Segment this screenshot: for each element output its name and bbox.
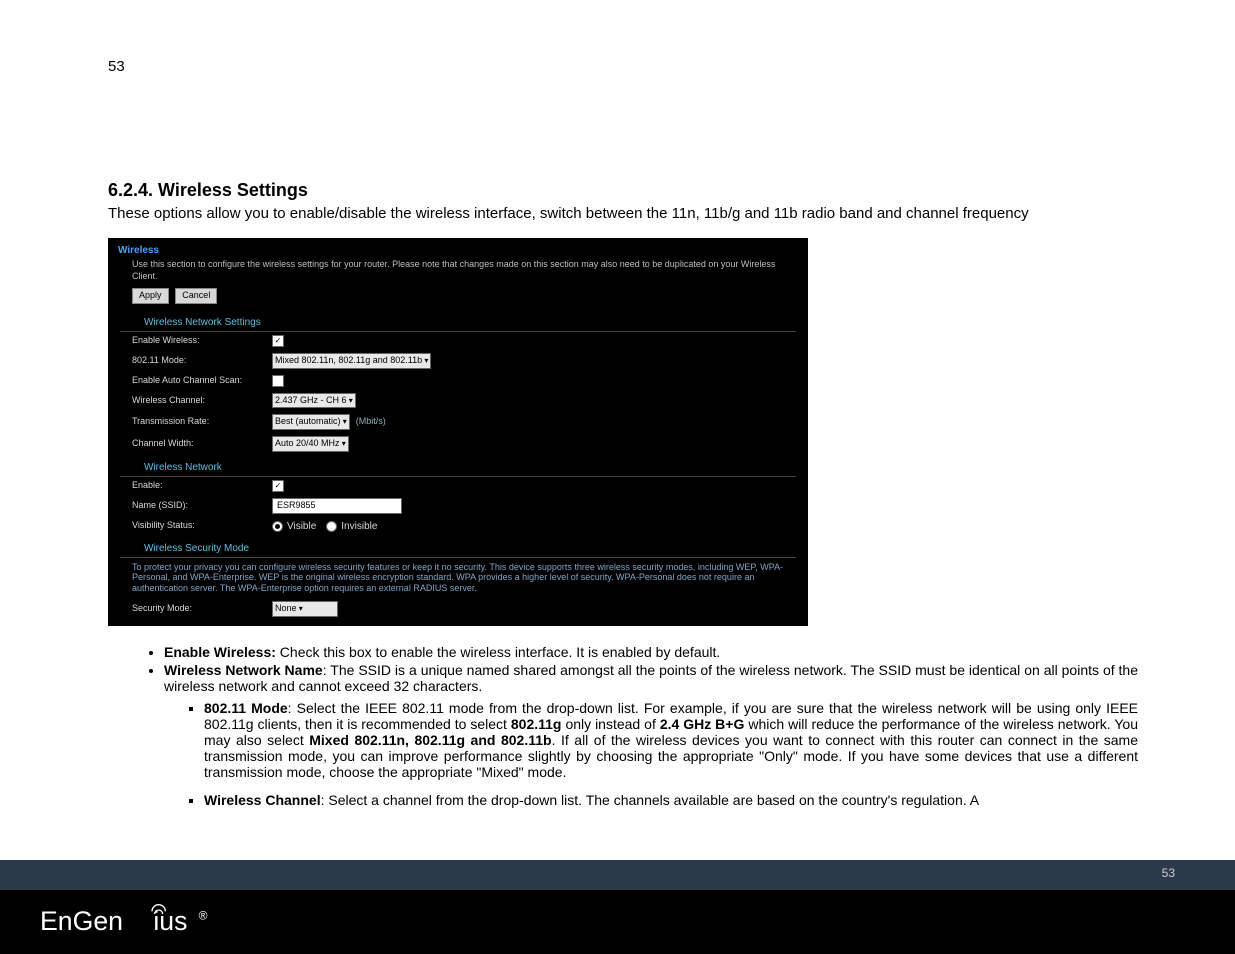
engenius-logo-icon: EnGen ius ® — [40, 902, 240, 942]
svg-text:EnGen: EnGen — [40, 906, 123, 936]
list-item: Enable Wireless: Check this box to enabl… — [164, 644, 1138, 660]
label-wireless-channel: Wireless Channel: — [132, 395, 272, 407]
label-enable-wireless: Enable Wireless: — [132, 335, 272, 347]
section-heading: 6.2.4. Wireless Settings — [108, 180, 1138, 201]
unit-mbits: (Mbit/s) — [356, 416, 386, 428]
checkbox-enable-wireless[interactable]: ✓ — [272, 335, 284, 347]
page-number-top: 53 — [108, 58, 125, 75]
input-ssid[interactable]: ESR9855 — [272, 498, 402, 514]
radio-visible[interactable] — [272, 521, 283, 532]
panel-title: Wireless — [108, 238, 808, 259]
select-security-mode[interactable]: None — [272, 601, 338, 617]
list-item: 802.11 Mode: Select the IEEE 802.11 mode… — [204, 700, 1138, 780]
label-enable: Enable: — [132, 480, 272, 492]
radio-invisible[interactable] — [326, 521, 337, 532]
sub-bullet-list: 802.11 Mode: Select the IEEE 802.11 mode… — [164, 700, 1138, 808]
list-item: Wireless Channel: Select a channel from … — [204, 792, 1138, 808]
list-item: Wireless Network Name: The SSID is a uni… — [164, 662, 1138, 808]
security-note: To protect your privacy you can configur… — [108, 558, 808, 598]
cancel-button[interactable]: Cancel — [175, 288, 217, 304]
radio-visible-label: Visible — [287, 520, 316, 533]
page-number-footer: 53 — [1162, 866, 1175, 880]
checkbox-enable-ssid[interactable]: ✓ — [272, 480, 284, 492]
svg-text:ius: ius — [153, 906, 187, 936]
bold-label: 802.11 Mode — [204, 700, 288, 716]
footer-bar: 53 — [0, 860, 1235, 890]
panel-note: Use this section to configure the wirele… — [108, 259, 808, 288]
select-transmission-rate[interactable]: Best (automatic) — [272, 414, 350, 430]
label-80211-mode: 802.11 Mode: — [132, 355, 272, 367]
label-transmission-rate: Transmission Rate: — [132, 416, 272, 428]
checkbox-auto-channel-scan[interactable] — [272, 375, 284, 387]
bullet-list: Enable Wireless: Check this box to enabl… — [108, 644, 1138, 808]
radio-invisible-label: Invisible — [341, 520, 377, 533]
text: only instead of — [561, 716, 659, 732]
select-80211-mode[interactable]: Mixed 802.11n, 802.11g and 802.11b — [272, 353, 431, 369]
bold-inline: Mixed 802.11n, 802.11g and 802.11b — [309, 732, 551, 748]
page-footer: 53 EnGen ius ® — [0, 860, 1235, 954]
label-ssid: Name (SSID): — [132, 500, 272, 512]
bold-inline: 2.4 GHz B+G — [660, 716, 745, 732]
label-visibility-status: Visibility Status: — [132, 520, 272, 532]
section-wireless-network-settings: Wireless Network Settings — [120, 310, 796, 332]
text: : Select a channel from the drop-down li… — [321, 792, 979, 808]
svg-text:®: ® — [199, 908, 208, 922]
label-security-mode: Security Mode: — [132, 603, 272, 615]
bold-inline: 802.11g — [511, 716, 562, 732]
bold-label: Enable Wireless: — [164, 644, 276, 660]
router-screenshot: Wireless Use this section to configure t… — [108, 238, 808, 626]
bold-label: Wireless Channel — [204, 792, 321, 808]
apply-button[interactable]: Apply — [132, 288, 169, 304]
label-channel-width: Channel Width: — [132, 438, 272, 450]
section-wireless-security-mode: Wireless Security Mode — [120, 536, 796, 558]
section-intro: These options allow you to enable/disabl… — [108, 205, 1138, 222]
document-body: 6.2.4. Wireless Settings These options a… — [108, 180, 1138, 820]
select-wireless-channel[interactable]: 2.437 GHz - CH 6 — [272, 393, 356, 409]
select-channel-width[interactable]: Auto 20/40 MHz — [272, 436, 349, 452]
label-auto-channel-scan: Enable Auto Channel Scan: — [132, 375, 272, 387]
section-wireless-network: Wireless Network — [120, 455, 796, 477]
brand-logo: EnGen ius ® — [0, 890, 1235, 954]
bold-label: Wireless Network Name — [164, 662, 323, 678]
text: Check this box to enable the wireless in… — [276, 644, 720, 660]
